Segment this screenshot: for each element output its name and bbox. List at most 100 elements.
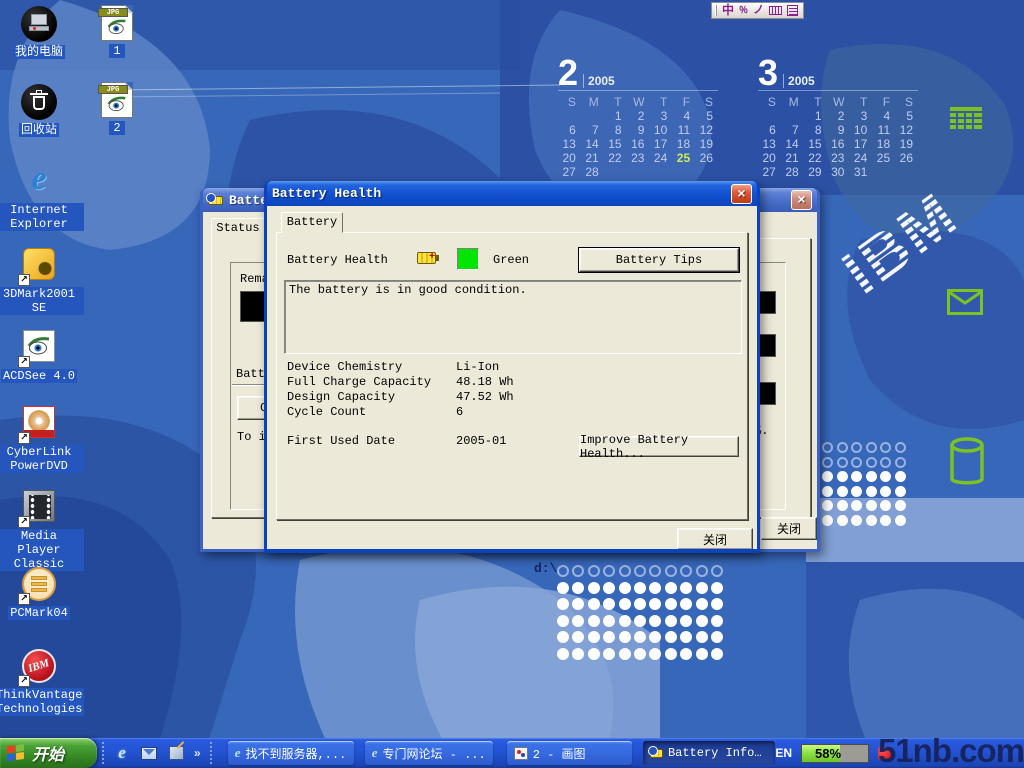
wallpaper-dot <box>572 582 584 594</box>
desktop-icon-thinkvantage[interactable]: IBM ↗ ThinkVantage Technologies <box>0 648 84 717</box>
wallpaper-dot <box>680 565 692 577</box>
tab-battery[interactable]: Battery <box>281 212 343 233</box>
task-button-paint[interactable]: 2 - 画图 <box>507 741 632 765</box>
calendar-day: 1 <box>804 109 827 123</box>
wallpaper-dot <box>880 457 891 468</box>
desktop-icon-powerdvd[interactable]: ↗ CyberLink PowerDVD <box>0 404 84 474</box>
calendar-day: 22 <box>604 151 627 165</box>
start-button[interactable]: 开始 <box>0 738 97 768</box>
desktop-icon-pcmark04[interactable]: ↗ PCMark04 <box>0 566 84 621</box>
wallpaper-dot <box>619 615 631 627</box>
wallpaper-dot <box>880 442 891 453</box>
wallpaper-dot <box>619 582 631 594</box>
language-indicator[interactable]: EN <box>775 746 792 760</box>
desktop-icon-acdsee[interactable]: ↗ ACDSee 4.0 <box>0 328 84 384</box>
quick-launch-show-desktop-icon[interactable] <box>167 744 185 762</box>
dot-grid-bottom <box>557 565 737 675</box>
calendar-day: 1 <box>604 109 627 123</box>
calendar-day: 29 <box>804 165 827 179</box>
shortcut-arrow-icon: ↗ <box>18 432 30 444</box>
wallpaper-dot <box>572 565 584 577</box>
battery-tab-frame: Battery Health + Green Battery Tips The … <box>276 232 748 520</box>
health-label: Battery Health <box>287 253 388 267</box>
calendar-day: 28 <box>781 165 804 179</box>
calendar-day: 18 <box>672 137 695 151</box>
tray-battery-meter[interactable]: 58% <box>801 744 869 763</box>
wallpaper-dot <box>851 486 862 497</box>
grid-icon <box>950 107 982 139</box>
ime-grip-icon[interactable] <box>715 5 717 16</box>
calendar-day: 17 <box>849 137 872 151</box>
wallpaper-dot <box>588 631 600 643</box>
desktop: IBM d:\ 中 ％ ノ <box>0 0 1024 768</box>
wallpaper-dot <box>572 598 584 610</box>
calendar-day: 9 <box>827 123 850 137</box>
desktop-file-jpg-2[interactable]: JPG 2 <box>89 82 145 136</box>
ime-mode-icon[interactable]: 中 <box>722 3 734 18</box>
desktop-icon-internet-explorer[interactable]: e Internet Explorer <box>0 162 84 232</box>
close-button[interactable]: 关闭 <box>677 528 753 549</box>
ime-language-bar[interactable]: 中 ％ ノ <box>711 2 804 19</box>
wallpaper-dot <box>837 471 848 482</box>
ime-fullwidth-icon[interactable]: ％ <box>739 3 748 18</box>
tab-status[interactable]: Status <box>211 218 265 239</box>
calendar-day <box>872 165 895 179</box>
wallpaper-dot <box>619 648 631 660</box>
wallpaper-dot <box>837 486 848 497</box>
ime-punctuation-icon[interactable]: ノ <box>753 3 764 18</box>
wallpaper-dot <box>880 471 891 482</box>
wallpaper-dot <box>711 631 723 643</box>
wallpaper-dot <box>603 631 615 643</box>
battery-icon <box>650 749 663 758</box>
wallpaper-dot <box>895 442 906 453</box>
taskbar: 开始 e » e 找不到服务器,... e 专门网论坛 - ... 2 - 画图… <box>0 738 1024 768</box>
wallpaper-dot <box>851 442 862 453</box>
improve-battery-health-button[interactable]: Improve Battery Health... <box>579 436 739 457</box>
calendar-day <box>895 165 918 179</box>
calendar-day: 11 <box>872 123 895 137</box>
quick-launch-ie-icon[interactable]: e <box>113 744 131 762</box>
wallpaper-dot <box>895 471 906 482</box>
desktop-icon-3dmark2001[interactable]: ↗ 3DMark2001 SE <box>0 246 84 316</box>
wallpaper-dot <box>866 500 877 511</box>
wallpaper-dot <box>603 565 615 577</box>
wallpaper-dot <box>680 631 692 643</box>
wallpaper-dot <box>634 615 646 627</box>
wallpaper-dot <box>588 648 600 660</box>
condition-textbox[interactable]: The battery is in good condition. <box>284 280 742 354</box>
battery-tips-button[interactable]: Battery Tips <box>579 248 739 272</box>
field-value: 48.18 Wh <box>456 375 514 389</box>
desktop-icon-media-player-classic[interactable]: ↗ Media Player Classic <box>0 488 84 572</box>
calendar-day-header: T <box>649 95 672 109</box>
close-button-background[interactable]: 关闭 <box>761 517 817 540</box>
calendar-day: 26 <box>895 151 918 165</box>
quick-launch-overflow-chevron[interactable]: » <box>194 746 201 760</box>
calendar-day: 31 <box>849 165 872 179</box>
ime-softkeyboard-icon[interactable] <box>769 6 782 15</box>
task-button-server-not-found[interactable]: e 找不到服务器,... <box>228 741 354 765</box>
calendar-day: 13 <box>758 137 781 151</box>
calendar-day: 11 <box>672 123 695 137</box>
taskbar-separator <box>210 742 212 764</box>
calendar-day: 24 <box>849 151 872 165</box>
calendar-day: 9 <box>627 123 650 137</box>
wallpaper-dot <box>619 598 631 610</box>
wallpaper-dot <box>822 457 833 468</box>
calendar-day-header: T <box>804 95 827 109</box>
wallpaper-dot <box>866 471 877 482</box>
battery-health-titlebar[interactable]: Battery Health × <box>267 181 757 206</box>
desktop-file-jpg-1[interactable]: JPG 1 <box>89 5 145 59</box>
task-button-battery-information[interactable]: Battery Infor... <box>643 741 775 765</box>
desktop-icon-my-computer[interactable]: 我的电脑 <box>0 6 84 60</box>
calendar-day: 18 <box>872 137 895 151</box>
close-icon[interactable]: × <box>791 190 812 210</box>
ime-menu-icon[interactable] <box>787 5 798 16</box>
task-button-forum[interactable]: e 专门网论坛 - ... <box>365 741 493 765</box>
desktop-icon-recycle-bin[interactable]: 回收站 <box>0 84 84 138</box>
wallpaper-dot <box>866 486 877 497</box>
calendar-day: 13 <box>558 137 581 151</box>
close-icon[interactable]: × <box>731 184 752 204</box>
quick-launch-outlook-icon[interactable] <box>140 744 158 762</box>
calendar-day: 24 <box>649 151 672 165</box>
calendar-year: 2005 <box>783 74 815 88</box>
